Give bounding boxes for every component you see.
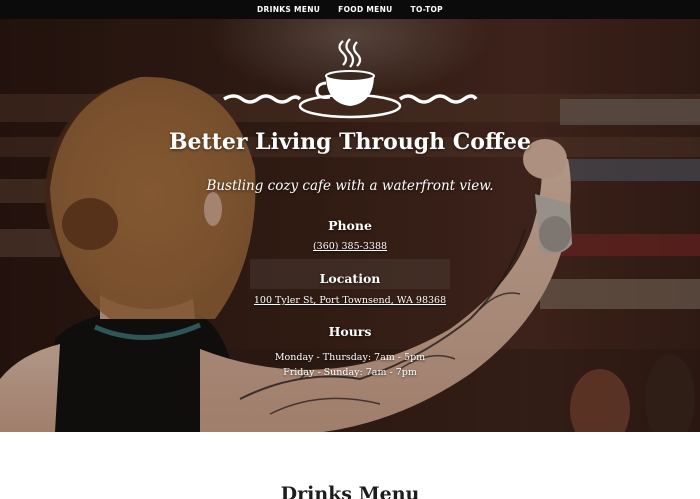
hero-headline: Better Living Through Coffee xyxy=(168,129,532,155)
nav-food-menu[interactable]: FOOD MENU xyxy=(338,5,392,14)
hero-content: Better Living Through Coffee Bustling co… xyxy=(0,19,700,432)
hours-weekend: Friday - Sunday: 7am - 7pm xyxy=(283,367,417,378)
nav-drinks-menu[interactable]: DRINKS MENU xyxy=(257,5,320,14)
hero-tagline: Bustling cozy cafe with a waterfront vie… xyxy=(206,178,494,194)
address-link[interactable]: 100 Tyler St, Port Townsend, WA 98368 xyxy=(254,295,446,306)
phone-heading: Phone xyxy=(328,218,372,233)
hours-weekday: Monday - Thursday: 7am - 5pm xyxy=(274,352,426,363)
hours-heading: Hours xyxy=(328,324,372,339)
phone-line: (360) 385-3388 xyxy=(0,241,700,252)
nav-to-top[interactable]: TO-TOP xyxy=(411,5,443,14)
drinks-menu-title: Drinks Menu xyxy=(280,483,420,499)
top-navigation: DRINKS MENU FOOD MENU TO-TOP xyxy=(0,0,700,19)
location-line: 100 Tyler St, Port Townsend, WA 98368 xyxy=(0,295,700,306)
hero-section: Better Living Through Coffee Bustling co… xyxy=(0,19,700,432)
phone-link[interactable]: (360) 385-3388 xyxy=(313,241,387,252)
coffee-cup-waves-logo-icon xyxy=(223,38,478,119)
location-heading: Location xyxy=(319,271,381,286)
